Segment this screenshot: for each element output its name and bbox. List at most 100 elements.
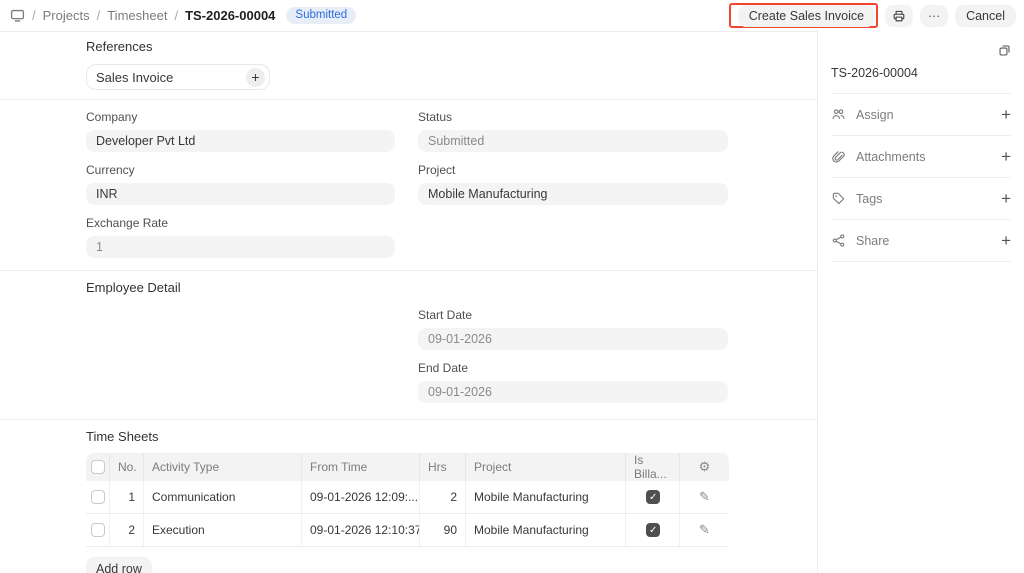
- col-header-is-billable: Is Billa...: [626, 453, 680, 481]
- add-reference-button[interactable]: +: [246, 68, 265, 87]
- hrs-cell[interactable]: 2: [420, 481, 466, 514]
- attachments-add-button[interactable]: +: [1001, 148, 1011, 165]
- end-date-label: End Date: [418, 361, 728, 375]
- table-row: 2 Execution 09-01-2026 12:10:37 90 Mobil…: [86, 514, 729, 547]
- breadcrumb-current-doc: TS-2026-00004: [185, 8, 275, 23]
- ellipsis-icon: ···: [928, 9, 941, 23]
- grid-settings-header-cell: ⚙: [680, 453, 729, 481]
- hrs-cell[interactable]: 90: [420, 514, 466, 547]
- company-input[interactable]: Developer Pvt Ltd: [86, 130, 395, 152]
- sidebar-item-label: Attachments: [856, 150, 925, 164]
- col-header-from-time: From Time: [302, 453, 420, 481]
- cancel-button[interactable]: Cancel: [955, 5, 1016, 27]
- printer-icon: [892, 9, 906, 23]
- select-all-header-cell: [86, 453, 110, 481]
- breadcrumb-timesheet[interactable]: Timesheet: [107, 8, 167, 23]
- sidebar-item-tags[interactable]: Tags +: [831, 178, 1011, 220]
- create-sales-invoice-button[interactable]: Create Sales Invoice: [738, 5, 875, 27]
- col-header-hrs: Hrs: [420, 453, 466, 481]
- table-row: 1 Communication 09-01-2026 12:09:... 2 M…: [86, 481, 729, 514]
- fields-section: Company Developer Pvt Ltd Status Submitt…: [0, 100, 817, 271]
- menu-button[interactable]: ···: [920, 5, 948, 27]
- project-cell[interactable]: Mobile Manufacturing: [466, 481, 626, 514]
- assign-add-button[interactable]: +: [1001, 106, 1011, 123]
- reference-card-label: Sales Invoice: [96, 70, 173, 85]
- company-label: Company: [86, 110, 395, 124]
- status-label: Status: [418, 110, 728, 124]
- timesheets-section: Time Sheets No. Activity Type From Time …: [0, 420, 817, 573]
- add-row-button[interactable]: Add row: [86, 557, 152, 573]
- col-header-project: Project: [466, 453, 626, 481]
- exchange-rate-input: 1: [86, 236, 395, 258]
- exchange-rate-label: Exchange Rate: [86, 216, 395, 230]
- activity-type-cell[interactable]: Communication: [144, 481, 302, 514]
- row-no-cell: 1: [110, 481, 144, 514]
- sidebar-item-label: Assign: [856, 108, 894, 122]
- status-field: Status Submitted: [418, 110, 728, 152]
- topbar-actions: Create Sales Invoice ··· Cancel: [729, 3, 1016, 28]
- from-time-cell[interactable]: 09-01-2026 12:09:...: [302, 481, 420, 514]
- sidebar-item-assign[interactable]: Assign +: [831, 94, 1011, 136]
- project-field: Project Mobile Manufacturing: [418, 163, 728, 205]
- sidebar-item-label: Tags: [856, 192, 882, 206]
- annotation-highlight: Create Sales Invoice: [729, 3, 878, 28]
- timesheets-title: Time Sheets: [86, 429, 727, 445]
- col-header-activity-type: Activity Type: [144, 453, 302, 481]
- company-field: Company Developer Pvt Ltd: [86, 110, 395, 152]
- paperclip-icon: [831, 149, 846, 164]
- project-input[interactable]: Mobile Manufacturing: [418, 183, 728, 205]
- references-section: References Sales Invoice +: [0, 32, 817, 100]
- timesheets-grid: No. Activity Type From Time Hrs Project …: [86, 453, 729, 547]
- currency-field: Currency INR: [86, 163, 395, 205]
- project-label: Project: [418, 163, 728, 177]
- desktop-icon[interactable]: [10, 8, 25, 23]
- employee-detail-title: Employee Detail: [86, 280, 727, 296]
- col-header-no: No.: [110, 453, 144, 481]
- top-bar: / Projects / Timesheet / TS-2026-00004 S…: [0, 0, 1024, 31]
- sales-invoice-reference-card[interactable]: Sales Invoice +: [86, 64, 270, 90]
- tag-icon: [831, 191, 846, 206]
- assign-users-icon: [831, 107, 846, 122]
- exchange-rate-field: Exchange Rate 1: [86, 216, 395, 258]
- edit-row-icon[interactable]: ✎: [699, 522, 710, 537]
- sidebar-header: TS-2026-00004: [831, 43, 1011, 94]
- grid-settings-icon[interactable]: ⚙: [699, 459, 711, 474]
- sidebar-doc-name: TS-2026-00004: [831, 66, 1011, 80]
- is-billable-checkbox[interactable]: [646, 523, 660, 537]
- select-all-checkbox[interactable]: [91, 460, 105, 474]
- employee-detail-section: Employee Detail Start Date 09-01-2026 En…: [0, 271, 817, 420]
- start-date-label: Start Date: [418, 308, 728, 322]
- share-add-button[interactable]: +: [1001, 232, 1011, 249]
- currency-label: Currency: [86, 163, 395, 177]
- sidebar-item-attachments[interactable]: Attachments +: [831, 136, 1011, 178]
- breadcrumb-projects[interactable]: Projects: [43, 8, 90, 23]
- is-billable-checkbox[interactable]: [646, 490, 660, 504]
- sidebar-item-label: Share: [856, 234, 889, 248]
- end-date-field: End Date 09-01-2026: [418, 361, 728, 403]
- end-date-input: 09-01-2026: [418, 381, 728, 403]
- references-title: References: [86, 39, 727, 55]
- status-badge: Submitted: [286, 7, 356, 24]
- start-date-field: Start Date 09-01-2026: [418, 308, 728, 350]
- share-icon: [831, 233, 846, 248]
- print-button[interactable]: [885, 5, 913, 27]
- row-checkbox[interactable]: [91, 523, 105, 537]
- project-cell[interactable]: Mobile Manufacturing: [466, 514, 626, 547]
- row-checkbox[interactable]: [91, 490, 105, 504]
- breadcrumb-separator: /: [174, 8, 178, 23]
- start-date-input: 09-01-2026: [418, 328, 728, 350]
- breadcrumb-separator: /: [32, 8, 36, 23]
- breadcrumb: / Projects / Timesheet / TS-2026-00004 S…: [10, 7, 356, 24]
- tags-add-button[interactable]: +: [1001, 190, 1011, 207]
- row-no-cell: 2: [110, 514, 144, 547]
- copy-icon[interactable]: [998, 43, 1011, 58]
- activity-type-cell[interactable]: Execution: [144, 514, 302, 547]
- currency-input[interactable]: INR: [86, 183, 395, 205]
- breadcrumb-separator: /: [97, 8, 101, 23]
- status-input: Submitted: [418, 130, 728, 152]
- main-form: References Sales Invoice + Company Devel…: [0, 31, 818, 573]
- right-sidebar: TS-2026-00004 Assign + Attachments + Tag…: [818, 31, 1023, 573]
- sidebar-item-share[interactable]: Share +: [831, 220, 1011, 262]
- from-time-cell[interactable]: 09-01-2026 12:10:37: [302, 514, 420, 547]
- edit-row-icon[interactable]: ✎: [699, 489, 710, 504]
